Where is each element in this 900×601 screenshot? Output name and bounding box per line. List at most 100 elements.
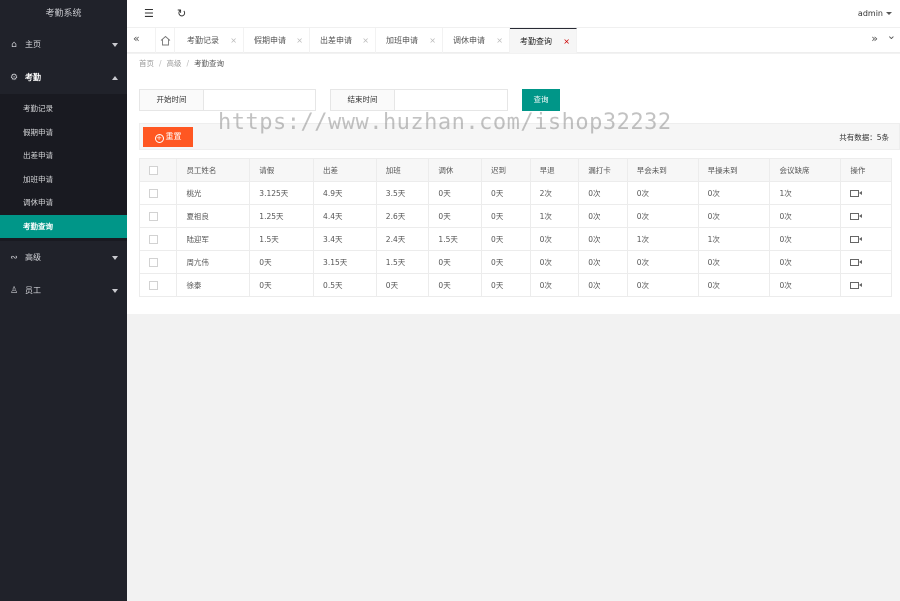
table-cell: 4.9天 [313,181,377,205]
table-cell: 0天 [249,273,315,297]
tab-business-trip[interactable]: 出差申请 × [310,28,376,53]
tab-attendance-query[interactable]: 考勤查询 × [510,28,577,53]
submenu-item-overtime[interactable]: 加班申请 [0,168,127,192]
column-header: 出差 [313,158,377,182]
video-icon[interactable] [850,259,863,266]
tab-overtime[interactable]: 加班申请 × [376,28,443,53]
breadcrumb-advanced[interactable]: 高级 [167,59,182,68]
end-time-label: 结束时间 [331,90,395,110]
submenu-item-attendance-query[interactable]: 考勤查询 [0,214,127,238]
close-icon[interactable]: × [429,28,436,53]
sidebar-item-employees[interactable]: ♙ 员工 [0,274,127,307]
close-icon[interactable]: × [496,28,503,53]
row-checkbox[interactable] [149,211,158,221]
tab-leave-request[interactable]: 假期申请 × [244,28,310,53]
tabs-dropdown-icon[interactable]: ⌄ [887,29,896,42]
table-row: 周亢伟 0天 3.15天 1.5天 0天 0天 0次 0次 0次 0次 0次 [138,250,892,274]
table-cell: 0天 [481,273,531,297]
column-header: 早会未到 [626,158,699,182]
end-time-filter: 结束时间 [330,89,508,111]
home-icon: ⌂ [11,39,17,50]
table-cell: 0次 [578,250,628,274]
video-icon[interactable] [850,190,863,197]
table-cell: 0次 [697,181,771,205]
action-cell [840,250,892,274]
row-checkbox-cell[interactable] [138,204,178,228]
table-cell: 0天 [428,273,483,297]
action-cell [840,273,892,297]
row-checkbox-cell[interactable] [138,273,178,297]
table-cell: 0次 [578,227,628,251]
sidebar-item-home[interactable]: ⌂ 主页 [0,28,127,61]
row-checkbox[interactable] [149,280,158,290]
breadcrumb-current: 考勤查询 [194,59,225,68]
table-cell: 0次 [769,227,842,251]
table-cell: 0次 [769,250,842,274]
employee-name-cell: 夏祖良 [176,204,251,228]
tab-home[interactable] [155,28,175,53]
table-cell: 0次 [769,273,842,297]
table-cell: 0次 [578,204,628,228]
tab-attendance-records[interactable]: 考勤记录 × [177,28,244,53]
table-cell: 1.5天 [375,250,430,274]
video-icon[interactable] [850,282,863,289]
employee-name-cell: 桃光 [176,181,251,205]
start-time-input[interactable] [204,90,315,110]
sidebar-item-label: 考勤 [25,73,41,82]
close-icon[interactable]: × [296,28,303,53]
close-icon[interactable]: × [230,28,237,53]
menu-toggle-icon[interactable]: ☰ [144,7,154,20]
start-time-filter: 开始时间 [139,89,316,111]
close-icon[interactable]: × [362,28,369,53]
table-cell: 0天 [428,204,483,228]
tabs-scroll-left-icon[interactable]: « [133,32,140,45]
video-icon[interactable] [850,236,863,243]
top-header: ☰ ↻ admin [127,0,900,28]
column-header: 迟到 [481,158,531,182]
sidebar-item-attendance[interactable]: ⚙ 考勤 [0,61,127,94]
refresh-icon[interactable]: ↻ [177,7,186,20]
table-cell: 1次 [626,227,699,251]
table-cell: 0次 [529,273,580,297]
sidebar-item-advanced[interactable]: ∾ 高级 [0,241,127,274]
table-cell: 0次 [769,204,842,228]
reset-button[interactable]: + 重置 [143,127,193,147]
search-button[interactable]: 查询 [522,89,560,111]
column-header: 漏打卡 [578,158,628,182]
submenu-item-time-off[interactable]: 调休申请 [0,191,127,215]
attendance-table: 员工姓名 请假 出差 加班 调休 迟到 早退 漏打卡 早会未到 早操未到 会议缺… [138,158,892,297]
breadcrumb: 首页 / 高级 / 考勤查询 [127,54,900,73]
end-time-input[interactable] [395,90,507,110]
breadcrumb-home[interactable]: 首页 [139,59,154,68]
row-checkbox[interactable] [149,257,158,267]
tabs-scroll-right-icon[interactable]: » [871,32,878,45]
action-cell [840,227,892,251]
attendance-submenu: 考勤记录 假期申请 出差申请 加班申请 调休申请 考勤查询 [0,94,127,241]
user-menu[interactable]: admin [858,9,892,18]
plus-circle-icon: + [154,134,164,143]
table-cell: 3.125天 [249,181,315,205]
row-checkbox-cell[interactable] [138,250,178,274]
table-cell: 0次 [697,250,771,274]
video-icon[interactable] [850,213,863,220]
tab-time-off[interactable]: 调休申请 × [443,28,510,53]
table-cell: 0次 [578,273,628,297]
reset-label: 重置 [165,132,182,141]
row-checkbox-cell[interactable] [138,181,178,205]
home-icon [160,35,171,46]
close-icon[interactable]: × [563,29,570,54]
row-checkbox-cell[interactable] [138,227,178,251]
gear-icon: ⚙ [9,72,19,83]
select-all-checkbox[interactable] [149,165,158,175]
submenu-item-business-trip[interactable]: 出差申请 [0,144,127,168]
submenu-item-attendance-records[interactable]: 考勤记录 [0,97,127,121]
submenu-item-leave-request[interactable]: 假期申请 [0,121,127,145]
table-cell: 0次 [529,250,580,274]
row-checkbox[interactable] [149,234,158,244]
table-header-row: 员工姓名 请假 出差 加班 调休 迟到 早退 漏打卡 早会未到 早操未到 会议缺… [138,158,892,182]
column-header: 早退 [529,158,580,182]
row-checkbox[interactable] [149,188,158,198]
header-checkbox-cell[interactable] [138,158,178,182]
column-header: 员工姓名 [176,158,251,182]
table-cell: 1次 [529,204,580,228]
